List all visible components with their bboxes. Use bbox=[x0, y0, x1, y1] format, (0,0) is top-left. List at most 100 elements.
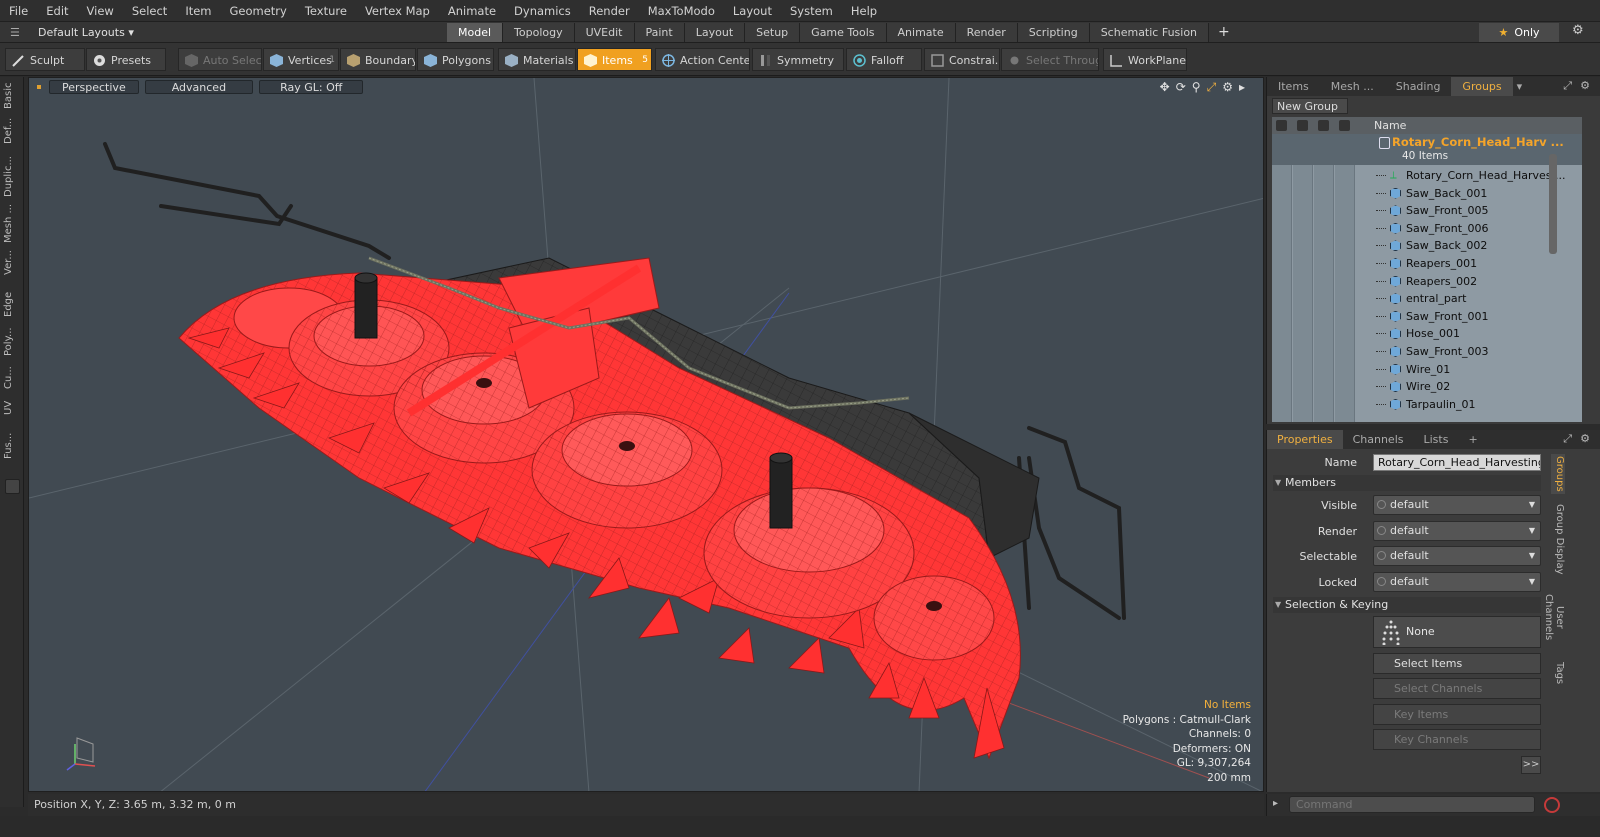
only-button[interactable]: ★ Only bbox=[1479, 23, 1559, 42]
items-tab-items[interactable]: Items bbox=[1267, 77, 1320, 96]
more-button[interactable]: >> bbox=[1521, 756, 1541, 774]
expand-icon[interactable]: ⤢ bbox=[1563, 79, 1572, 93]
locked-dropdown[interactable]: default ▼ bbox=[1373, 572, 1541, 592]
gear-icon[interactable]: ⚙ bbox=[1572, 23, 1584, 38]
list-item[interactable]: Reapers_001 bbox=[1272, 255, 1557, 273]
3d-viewport[interactable]: Perspective Advanced Ray GL: Off ✥ ⟳ ⚲ ⤢… bbox=[28, 77, 1264, 792]
list-item[interactable]: Wire_01 bbox=[1272, 361, 1557, 379]
key-channels-button[interactable]: Key Channels bbox=[1373, 729, 1541, 750]
menu-system[interactable]: System bbox=[781, 0, 842, 22]
symmetry-button[interactable]: Symmetry bbox=[752, 48, 844, 71]
outliner-scrollbar[interactable] bbox=[1549, 154, 1557, 254]
select-through-button[interactable]: Select Through bbox=[1001, 48, 1099, 71]
vertices-button[interactable]: Vertices 1 bbox=[263, 48, 339, 71]
tab-paint[interactable]: Paint bbox=[634, 23, 685, 42]
menu-render[interactable]: Render bbox=[580, 0, 639, 22]
presets-button[interactable]: Presets bbox=[86, 48, 166, 71]
constraints-button[interactable]: Constrai... bbox=[924, 48, 1000, 71]
command-input[interactable] bbox=[1289, 796, 1535, 813]
pin-icon[interactable]: ☰ bbox=[10, 26, 20, 39]
properties-gear-icon[interactable]: ⚙ bbox=[1580, 432, 1590, 445]
new-group-button[interactable]: New Group bbox=[1272, 98, 1348, 114]
dropdown-arrow-icon[interactable]: ▾ bbox=[1517, 80, 1523, 93]
list-item[interactable]: Reapers_002 bbox=[1272, 273, 1557, 291]
list-item[interactable]: Hose_001 bbox=[1272, 325, 1557, 343]
menu-select[interactable]: Select bbox=[123, 0, 176, 22]
rotate-icon[interactable]: ⟳ bbox=[1176, 80, 1186, 95]
side-tab-tags[interactable]: Tags bbox=[1551, 658, 1565, 688]
list-item[interactable]: Wire_02 bbox=[1272, 378, 1557, 396]
none-button[interactable]: None bbox=[1373, 616, 1541, 648]
list-item[interactable]: Saw_Front_003 bbox=[1272, 343, 1557, 361]
render-icon[interactable] bbox=[1297, 120, 1308, 131]
zoom-icon[interactable]: ⚲ bbox=[1192, 80, 1201, 95]
polygons-button[interactable]: Polygons bbox=[417, 48, 494, 71]
falloff-button[interactable]: Falloff bbox=[846, 48, 922, 71]
properties-tab-channels[interactable]: Channels bbox=[1343, 430, 1414, 449]
key-items-button[interactable]: Key Items bbox=[1373, 704, 1541, 725]
render-dropdown[interactable]: default ▼ bbox=[1373, 521, 1541, 541]
eye-icon[interactable] bbox=[1276, 120, 1287, 131]
expand-arrow-icon[interactable]: ▸ bbox=[1239, 80, 1245, 95]
side-tab-user-channels[interactable]: User Channels bbox=[1543, 582, 1565, 652]
properties-tab-lists[interactable]: Lists bbox=[1414, 430, 1459, 449]
side-tab-groups[interactable]: Groups bbox=[1551, 454, 1565, 494]
items-tab-shading[interactable]: Shading bbox=[1385, 77, 1452, 96]
group-row[interactable]: Rotary_Corn_Head_Harv ... 40 Items bbox=[1272, 134, 1582, 165]
menu-item[interactable]: Item bbox=[176, 0, 220, 22]
select-channels-button[interactable]: Select Channels bbox=[1373, 678, 1541, 699]
list-item[interactable]: Saw_Back_001 bbox=[1272, 185, 1557, 203]
tab-animate[interactable]: Animate bbox=[886, 23, 956, 42]
add-properties-tab-icon[interactable]: + bbox=[1458, 430, 1487, 449]
menu-edit[interactable]: Edit bbox=[37, 0, 77, 22]
tab-layout[interactable]: Layout bbox=[684, 23, 746, 42]
items-tab-groups[interactable]: Groups bbox=[1451, 77, 1513, 96]
tab-topology[interactable]: Topology bbox=[503, 23, 575, 42]
menu-view[interactable]: View bbox=[78, 0, 123, 22]
pan-icon[interactable]: ✥ bbox=[1160, 80, 1170, 95]
viewport-menu-dot[interactable] bbox=[37, 85, 41, 89]
left-tab-4[interactable]: Ver... bbox=[3, 249, 21, 277]
left-tab-2[interactable]: Duplic... bbox=[3, 155, 21, 199]
list-item[interactable]: Saw_Front_001 bbox=[1272, 308, 1557, 326]
sculpt-button[interactable]: Sculpt bbox=[5, 48, 85, 71]
selection-keying-section-header[interactable]: ▼ Selection & Keying bbox=[1273, 597, 1541, 613]
tab-model[interactable]: Model bbox=[447, 23, 504, 42]
raygl-button[interactable]: Ray GL: Off bbox=[259, 80, 364, 94]
menu-texture[interactable]: Texture bbox=[296, 0, 356, 22]
list-item[interactable]: ⟂ Rotary_Corn_Head_Harves ... bbox=[1272, 167, 1565, 185]
menu-geometry[interactable]: Geometry bbox=[221, 0, 296, 22]
menu-animate[interactable]: Animate bbox=[439, 0, 505, 22]
menu-dynamics[interactable]: Dynamics bbox=[505, 0, 580, 22]
command-arrow-icon[interactable]: ▸ bbox=[1273, 798, 1278, 809]
select-items-button[interactable]: Select Items bbox=[1373, 653, 1541, 674]
tab-setup[interactable]: Setup bbox=[745, 23, 801, 42]
list-item[interactable]: Saw_Front_005 bbox=[1272, 202, 1557, 220]
visible-dropdown[interactable]: default ▼ bbox=[1373, 495, 1541, 515]
properties-expand-icon[interactable]: ⤢ bbox=[1563, 432, 1572, 446]
tab-schematic-fusion[interactable]: Schematic Fusion bbox=[1089, 23, 1210, 42]
tab-render[interactable]: Render bbox=[955, 23, 1018, 42]
auto-select-button[interactable]: Auto Select bbox=[178, 48, 262, 71]
group-outliner[interactable]: Name Rotary_Corn_Head_Harv ... 40 Items … bbox=[1272, 117, 1582, 422]
shading-mode-button[interactable]: Advanced bbox=[144, 80, 254, 94]
materials-button[interactable]: Materials bbox=[498, 48, 576, 71]
menu-file[interactable]: File bbox=[0, 0, 37, 22]
left-tab-6[interactable]: Poly... bbox=[3, 325, 21, 359]
left-tab-toggle[interactable] bbox=[5, 479, 20, 494]
left-tab-0[interactable]: Basic bbox=[3, 81, 21, 111]
layout-dropdown[interactable]: Default Layouts ▾ bbox=[38, 22, 134, 43]
selectable-dropdown[interactable]: default ▼ bbox=[1373, 546, 1541, 566]
menu-vertex-map[interactable]: Vertex Map bbox=[356, 0, 439, 22]
left-tab-3[interactable]: Mesh ... bbox=[3, 203, 21, 243]
lock-icon[interactable] bbox=[1339, 120, 1350, 131]
list-item[interactable]: entral_part bbox=[1272, 290, 1557, 308]
left-tab-5[interactable]: Edge bbox=[3, 289, 21, 319]
maximize-icon[interactable]: ⤢ bbox=[1207, 80, 1217, 95]
menu-help[interactable]: Help bbox=[842, 0, 886, 22]
menu-layout[interactable]: Layout bbox=[724, 0, 781, 22]
record-icon[interactable] bbox=[1544, 797, 1560, 813]
properties-tab-properties[interactable]: Properties bbox=[1267, 430, 1343, 449]
tab-scripting[interactable]: Scripting bbox=[1017, 23, 1090, 42]
view-mode-button[interactable]: Perspective bbox=[49, 80, 139, 94]
